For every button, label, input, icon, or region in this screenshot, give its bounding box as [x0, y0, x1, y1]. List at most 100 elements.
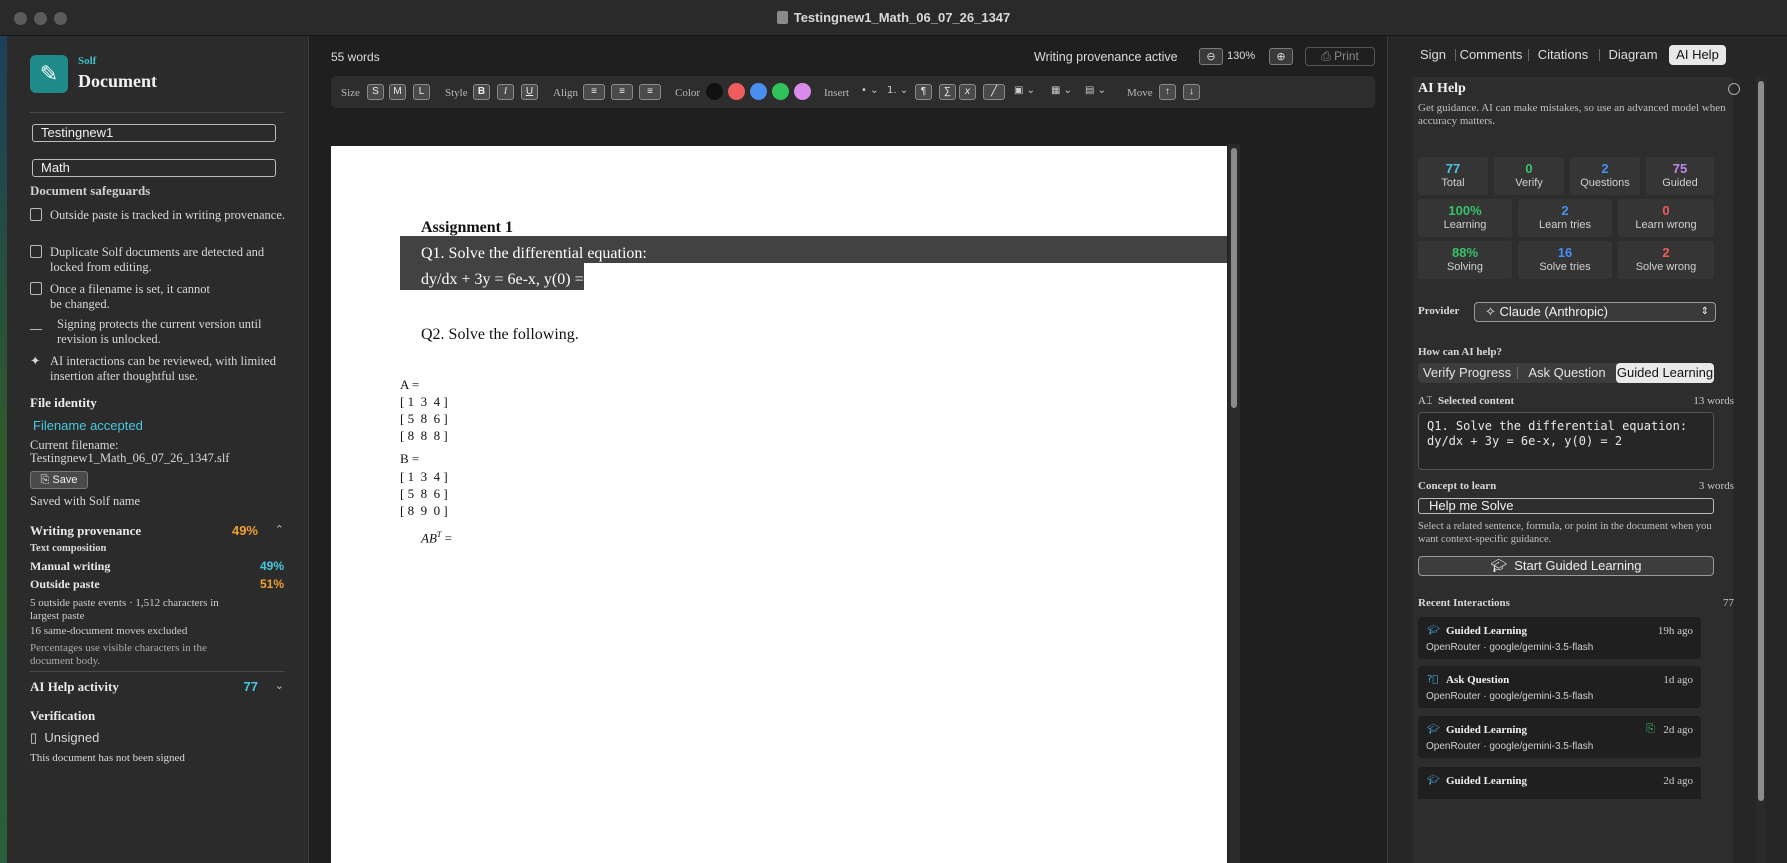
align-right-icon[interactable]: ≡ [639, 84, 661, 100]
mode-guided-learning[interactable]: Guided Learning [1616, 363, 1714, 383]
safeguard-item: Once a filename is set, it cannot be cha… [30, 282, 290, 312]
color-blue-swatch[interactable] [750, 83, 767, 100]
document-page[interactable]: Assignment 1 Q1. Solve the differential … [331, 146, 1227, 863]
numbered-list-dropdown[interactable]: 1. ⌄ [887, 85, 908, 96]
window-title-text: Testingnew1_Math_06_07_26_1347 [793, 10, 1011, 25]
draw-icon[interactable]: ╱ [983, 84, 1005, 100]
tab-separator [1528, 49, 1529, 61]
mode-ask-question[interactable]: Ask Question [1520, 363, 1614, 383]
selected-content-box[interactable]: Q1. Solve the differential equation: dy/d… [1418, 412, 1714, 470]
interaction-model: OpenRouter · google/gemini-3.5-flash [1426, 642, 1594, 653]
tab-sign[interactable]: Sign [1413, 45, 1453, 65]
q2-text: Q2. Solve the following. [421, 326, 579, 343]
stat-guided: 75 Guided [1646, 157, 1714, 195]
image-dropdown-icon[interactable]: ▣ ⌄ [1014, 85, 1035, 96]
divider [30, 671, 284, 672]
dismiss-icon[interactable] [1728, 83, 1740, 95]
move-up-icon[interactable]: ↑ [1159, 84, 1176, 100]
subject-field[interactable]: Math [32, 159, 276, 177]
tab-citations[interactable]: Citations [1531, 45, 1595, 65]
selected-line: dy/dx + 3y = 6e-x, y(0) = 2 [1427, 434, 1623, 448]
interaction-item[interactable]: 🎓︎ Guided Learning 2d ago [1418, 767, 1701, 799]
save-button[interactable]: ⎘ Save [30, 471, 88, 489]
stat-solve-tries: 16 Solve tries [1518, 241, 1612, 279]
interaction-item[interactable]: 🎓︎ Guided Learning 19h ago OpenRouter · … [1418, 617, 1701, 659]
tab-diagram[interactable]: Diagram [1603, 45, 1663, 65]
interaction-type: Guided Learning [1446, 625, 1527, 637]
print-button[interactable]: ⎙ Print [1305, 47, 1375, 66]
selected-line: Q1. Solve the differential equation: [1427, 419, 1688, 433]
align-center-icon[interactable]: ≡ [611, 84, 633, 100]
stat-value: 88% [1451, 245, 1479, 260]
safeguards-heading: Document safeguards [30, 183, 151, 198]
size-large-button[interactable]: L [413, 84, 430, 100]
title-bar: Testingnew1_Math_06_07_26_1347 [0, 0, 1787, 36]
paste-icon [30, 208, 42, 221]
provider-select[interactable]: ✧ Claude (Anthropic) ⇕ [1474, 302, 1716, 322]
safeguard-item: ✦ AI interactions can be reviewed, with l… [30, 354, 290, 384]
align-left-icon[interactable]: ≡ [583, 84, 605, 100]
interaction-item[interactable]: 🎓︎ Guided Learning ⎘ 2d ago OpenRouter ·… [1418, 716, 1701, 758]
matrix-b-row: [ 5 8 6 ] [400, 486, 448, 501]
stat-value: 2 [1561, 203, 1569, 218]
concept-input[interactable]: Help me Solve [1418, 498, 1714, 514]
right-panel: Sign Comments Citations Diagram AI Help … [1387, 36, 1787, 863]
safeguard-item: Outside paste is tracked in writing prov… [30, 208, 290, 223]
stat-label: Learn wrong [1635, 219, 1697, 231]
document-scrollbar[interactable] [1228, 144, 1240, 863]
paragraph-icon[interactable]: ¶ [915, 84, 932, 100]
chevron-up-icon: ⌃ [274, 524, 284, 536]
numbered-list-label: 1. [887, 85, 897, 96]
selected-word-count: 13 words [1693, 395, 1734, 407]
table-dropdown-icon[interactable]: ▦ ⌄ [1051, 85, 1072, 96]
provenance-header[interactable]: Writing provenance 49% ⌃ [30, 523, 284, 539]
stat-label: Learn tries [1539, 219, 1591, 231]
verification-status-text: Unsigned [44, 730, 100, 745]
verification-note: This document has not been signed [30, 752, 185, 764]
tab-comments[interactable]: Comments [1457, 45, 1525, 65]
move-down-icon[interactable]: ↓ [1183, 84, 1200, 100]
inserted-icon: ⎘ [1646, 723, 1655, 735]
zoom-out-button[interactable]: ⊖ [1199, 48, 1223, 65]
table-layout-dropdown-icon[interactable]: ▤ ⌄ [1085, 85, 1106, 96]
matrix-a-label: A = [400, 377, 420, 392]
brand-name: Solf [78, 55, 97, 67]
panel-title: AI Help [1418, 81, 1466, 96]
mode-verify-progress[interactable]: Verify Progress [1418, 363, 1516, 383]
italic-button[interactable]: I [497, 84, 514, 100]
stat-solve-wrong: 2 Solve wrong [1618, 241, 1714, 279]
zoom-in-button[interactable]: ⊕ [1269, 48, 1293, 65]
safeguard-text: Duplicate Solf documents are detected an… [50, 245, 265, 274]
matrix-b-row: [ 1 3 4 ] [400, 469, 448, 484]
document-heading: Assignment 1 [421, 219, 514, 236]
color-green-swatch[interactable] [772, 83, 789, 100]
safeguard-text: AI interactions can be reviewed, with li… [50, 354, 276, 383]
panel-scrollbar[interactable] [1756, 77, 1766, 863]
bold-button[interactable]: B [473, 84, 490, 100]
interaction-item[interactable]: ?⃝ Ask Question 1d ago OpenRouter · goog… [1418, 666, 1701, 708]
expr-tail: = [441, 530, 452, 546]
variable-icon[interactable]: x [959, 84, 976, 100]
scroll-thumb[interactable] [1758, 81, 1764, 801]
document-name-field[interactable]: Testingnew1 [32, 124, 276, 142]
sum-icon[interactable]: ∑ [939, 84, 956, 100]
style-label: Style [445, 87, 468, 99]
matrix-a-row: [ 5 8 6 ] [400, 411, 448, 426]
stat-label: Verify [1515, 177, 1543, 189]
document-icon [776, 11, 788, 24]
stat-label: Guided [1662, 177, 1698, 189]
ai-activity-header[interactable]: AI Help activity 77 ⌄ [30, 679, 284, 695]
color-purple-swatch[interactable] [794, 83, 811, 100]
scroll-thumb[interactable] [1231, 148, 1237, 408]
start-guided-learning-button[interactable]: 🎓︎ Start Guided Learning [1418, 556, 1714, 576]
size-small-button[interactable]: S [367, 84, 384, 100]
q1-line1: Q1. Solve the differential equation: [421, 245, 647, 262]
saved-note: Saved with Solf name [30, 494, 141, 508]
size-medium-button[interactable]: M [389, 84, 406, 100]
underline-button[interactable]: U [521, 84, 538, 100]
matrix-a-row: [ 8 8 8 ] [400, 428, 448, 443]
color-red-swatch[interactable] [728, 83, 745, 100]
tab-ai-help[interactable]: AI Help [1669, 45, 1726, 65]
color-black-swatch[interactable] [706, 83, 723, 100]
bullet-list-dropdown-icon[interactable]: • ⌄ [861, 85, 878, 96]
